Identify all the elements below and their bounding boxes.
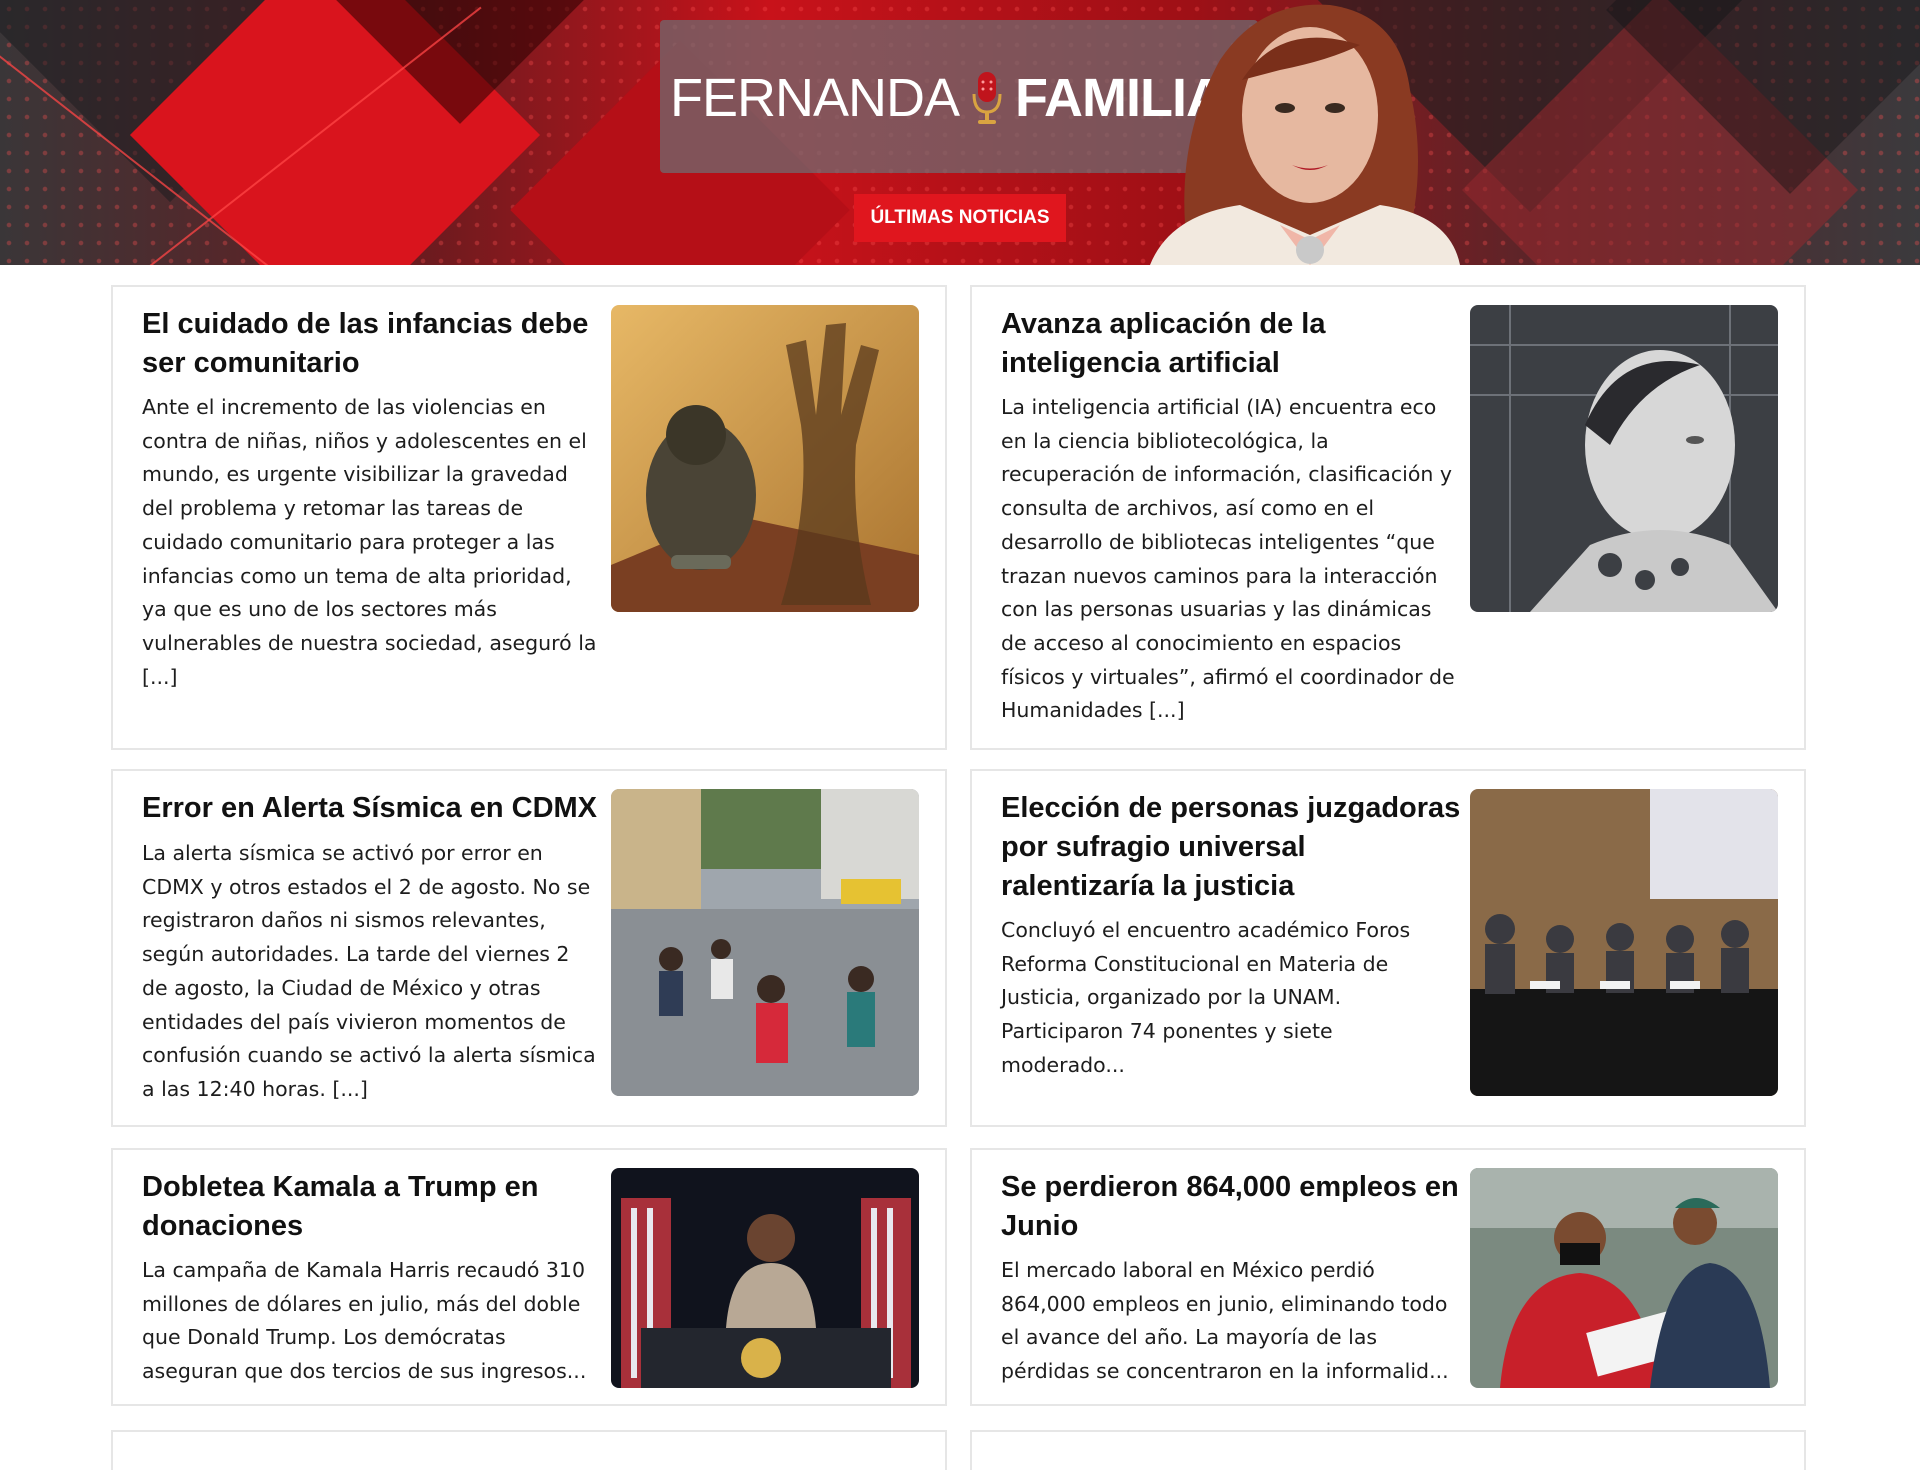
article-thumbnail[interactable] <box>1470 305 1778 612</box>
microphone-icon <box>972 72 1002 124</box>
article-title[interactable]: Avanza aplicación de la inteligencia art… <box>1001 305 1461 383</box>
article-card[interactable]: El cuidado de las infancias debe ser com… <box>111 285 947 750</box>
article-title[interactable]: Error en Alerta Sísmica en CDMX <box>142 789 602 828</box>
article-title[interactable]: Elección de personas juzgadoras por sufr… <box>1001 789 1461 906</box>
logo-word-first: FERNANDA <box>670 68 960 128</box>
article-title[interactable]: Se perdieron 864,000 empleos en Junio <box>1001 1168 1461 1246</box>
article-thumbnail[interactable] <box>1470 1168 1778 1388</box>
article-card[interactable]: Dobletea Kamala a Trump en donaciones La… <box>111 1148 947 1406</box>
article-title[interactable]: El cuidado de las infancias debe ser com… <box>142 305 602 383</box>
article-excerpt: El mercado laboral en México perdió 864,… <box>1001 1258 1449 1384</box>
article-card[interactable]: Se perdieron 864,000 empleos en Junio El… <box>970 1148 1806 1406</box>
article-title[interactable]: Dobletea Kamala a Trump en donaciones <box>142 1168 602 1246</box>
article-excerpt: Ante el incremento de las violencias en … <box>142 395 597 689</box>
article-card[interactable]: Elección de personas juzgadoras por sufr… <box>970 769 1806 1127</box>
article-thumbnail[interactable] <box>611 1168 919 1388</box>
ai-robot-image <box>1470 305 1778 612</box>
article-excerpt: La campaña de Kamala Harris recaudó 310 … <box>142 1258 587 1384</box>
article-card-partial <box>970 1430 1806 1470</box>
job-seekers-image <box>1470 1168 1778 1388</box>
article-excerpt: Concluyó el encuentro académico Foros Re… <box>1001 918 1411 1077</box>
article-thumbnail[interactable] <box>1470 789 1778 1096</box>
street-crowd-image <box>611 789 919 1096</box>
podium-speaker-image <box>611 1168 919 1388</box>
latest-news-button[interactable]: ÚLTIMAS NOTICIAS <box>854 194 1066 242</box>
article-excerpt: La inteligencia artificial (IA) encuentr… <box>1001 395 1455 723</box>
panel-forum-image <box>1470 789 1778 1096</box>
child-shadow-image <box>611 305 919 612</box>
article-card-partial <box>111 1430 947 1470</box>
article-thumbnail[interactable] <box>611 305 919 612</box>
article-card[interactable]: Avanza aplicación de la inteligencia art… <box>970 285 1806 750</box>
site-header-banner: FERNANDA FAMILIAR ÚLTIMAS NOTICIAS <box>0 0 1920 265</box>
article-card[interactable]: Error en Alerta Sísmica en CDMX La alert… <box>111 769 947 1127</box>
article-excerpt: La alerta sísmica se activó por error en… <box>142 841 596 1101</box>
article-thumbnail[interactable] <box>611 789 919 1096</box>
host-portrait <box>1150 4 1460 265</box>
